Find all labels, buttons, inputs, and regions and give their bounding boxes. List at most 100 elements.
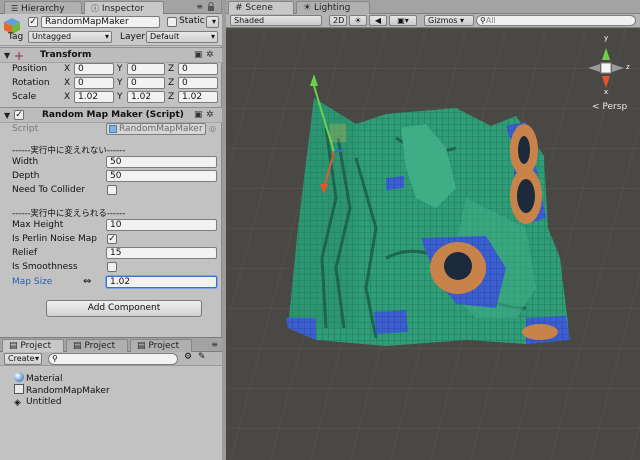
folder-icon: ▤ bbox=[9, 341, 18, 351]
relief-row: Relief 15 bbox=[0, 246, 222, 260]
rotation-z-field[interactable]: 0 bbox=[178, 77, 218, 89]
project-tabbar: ▤ Project ▤ Project ▤ Project ≡ bbox=[0, 338, 222, 352]
depth-field[interactable]: 50 bbox=[106, 170, 217, 182]
unity-scene-icon: ◈ bbox=[14, 398, 21, 408]
script-file-icon bbox=[109, 125, 117, 133]
tab-project-2[interactable]: ▤ Project bbox=[66, 339, 128, 352]
scale-x-field[interactable]: 1.02 bbox=[74, 91, 114, 103]
gizmo-x-label: x bbox=[604, 88, 609, 96]
tab-scene-label: Scene bbox=[245, 3, 273, 13]
perlin-checkbox[interactable]: ✓ bbox=[107, 234, 117, 244]
folder-icon: ▤ bbox=[137, 341, 146, 351]
tab-project-3[interactable]: ▤ Project bbox=[130, 339, 192, 352]
panel-menu-icon[interactable]: ≡ bbox=[211, 340, 218, 349]
transform-icon bbox=[15, 52, 23, 60]
collider-checkbox[interactable] bbox=[107, 185, 117, 195]
tab-scene[interactable]: # Scene bbox=[228, 1, 294, 14]
tab-inspector[interactable]: ⓘ Inspector bbox=[84, 1, 164, 14]
script-ref-row: Script RandomMapMaker ◎ bbox=[0, 122, 222, 136]
scale-y-field[interactable]: 1.02 bbox=[127, 91, 165, 103]
list-item-label: Material bbox=[26, 374, 63, 384]
folder-icon: ▤ bbox=[73, 341, 82, 351]
static-checkbox[interactable] bbox=[167, 17, 177, 27]
gizmos-label: Gizmos bbox=[428, 16, 458, 25]
create-dropdown[interactable]: Create bbox=[4, 353, 42, 365]
position-x-field[interactable]: 0 bbox=[74, 63, 114, 75]
object-name-field[interactable]: RandomMapMaker bbox=[41, 16, 160, 28]
scale-row: Scale X 1.02 Y 1.02 Z 1.02 bbox=[0, 90, 222, 104]
axis-z-label: Z bbox=[168, 78, 175, 88]
script-component-header[interactable]: ▼ ✓ Random Map Maker (Script) ▣ ✲ bbox=[0, 107, 222, 123]
mapsize-label[interactable]: Map Size bbox=[12, 275, 52, 289]
effects-dropdown[interactable]: ▣▾ bbox=[389, 15, 417, 26]
relief-field[interactable]: 15 bbox=[106, 247, 217, 259]
label-filter-icon[interactable]: ✎ bbox=[198, 352, 206, 362]
position-label: Position bbox=[12, 64, 48, 74]
list-item[interactable]: RandomMapMaker bbox=[14, 384, 110, 396]
mapsize-field[interactable]: 1.02 bbox=[106, 276, 217, 288]
transform-header[interactable]: ▼ Transform ▣ ✲ bbox=[0, 47, 222, 63]
tab-lighting[interactable]: ☀ Lighting bbox=[296, 1, 370, 14]
tab-hierarchy-label: Hierarchy bbox=[21, 4, 65, 14]
gizmo-z-label: z bbox=[626, 63, 630, 71]
gear-icon[interactable]: ✲ bbox=[206, 110, 214, 120]
relief-label: Relief bbox=[12, 248, 38, 258]
lighting-icon: ☀ bbox=[303, 3, 312, 13]
static-dropdown[interactable] bbox=[206, 16, 219, 28]
shading-mode-dropdown[interactable]: Shaded bbox=[230, 15, 322, 26]
scene-viewport[interactable]: y z x < Persp bbox=[226, 28, 640, 460]
panel-menu-icon[interactable]: ≡ bbox=[196, 2, 203, 11]
tab-hierarchy[interactable]: ☰ Hierarchy bbox=[4, 1, 82, 14]
rotation-x-field[interactable]: 0 bbox=[74, 77, 114, 89]
tab-project-1[interactable]: ▤ Project bbox=[2, 339, 64, 352]
add-component-button[interactable]: Add Component bbox=[46, 300, 202, 317]
position-y-field[interactable]: 0 bbox=[127, 63, 165, 75]
maxheight-field[interactable]: 10 bbox=[106, 219, 217, 231]
gizmos-dropdown[interactable]: Gizmos ▾ bbox=[424, 15, 474, 26]
help-icon[interactable]: ▣ bbox=[194, 50, 203, 60]
perlin-label: Is Perlin Noise Map bbox=[12, 234, 97, 244]
layer-label: Layer bbox=[120, 32, 146, 42]
axis-x-label: X bbox=[64, 92, 71, 102]
mapsize-row: Map Size ⇔ 1.02 bbox=[0, 275, 222, 289]
2d-toggle-button[interactable]: 2D bbox=[329, 15, 347, 26]
scene-search-input[interactable]: ⚲All bbox=[476, 15, 636, 26]
scale-label: Scale bbox=[12, 92, 37, 102]
persp-label[interactable]: < Persp bbox=[592, 102, 627, 112]
audio-toggle-button[interactable]: ◀ bbox=[369, 15, 387, 26]
axis-y-label: Y bbox=[117, 92, 123, 102]
script-enabled-checkbox[interactable]: ✓ bbox=[14, 110, 24, 120]
scale-z-field[interactable]: 1.02 bbox=[178, 91, 218, 103]
width-row: Width 50 bbox=[0, 155, 222, 169]
fold-arrow-icon[interactable]: ▼ bbox=[4, 51, 10, 60]
list-item[interactable]: ◈ Untitled bbox=[14, 396, 62, 408]
tab-lighting-label: Lighting bbox=[313, 3, 351, 13]
lighting-toggle-button[interactable]: ☀ bbox=[349, 15, 367, 26]
list-item[interactable]: Material bbox=[14, 372, 63, 384]
position-z-field[interactable]: 0 bbox=[178, 63, 218, 75]
list-item-label: RandomMapMaker bbox=[26, 386, 110, 396]
lock-icon[interactable] bbox=[207, 2, 215, 11]
axis-x-label: X bbox=[64, 64, 71, 74]
help-icon[interactable]: ▣ bbox=[194, 110, 203, 120]
filter-type-icon[interactable]: ⚙ bbox=[184, 352, 192, 362]
active-checkbox[interactable]: ✓ bbox=[28, 17, 38, 27]
left-panel: ☰ Hierarchy ⓘ Inspector ≡ ✓ RandomMapMak… bbox=[0, 0, 222, 460]
script-reference-field[interactable]: RandomMapMaker bbox=[106, 123, 206, 135]
layer-dropdown[interactable]: Default bbox=[146, 31, 218, 43]
scene-render bbox=[226, 28, 640, 460]
maxheight-label: Max Height bbox=[12, 220, 64, 230]
rotation-label: Rotation bbox=[12, 78, 50, 88]
gear-icon[interactable]: ✲ bbox=[206, 50, 214, 60]
maxheight-row: Max Height 10 bbox=[0, 218, 222, 232]
width-field[interactable]: 50 bbox=[106, 156, 217, 168]
axis-x-label: X bbox=[64, 78, 71, 88]
tab-inspector-label: Inspector bbox=[101, 4, 144, 14]
tag-dropdown[interactable]: Untagged bbox=[28, 31, 112, 43]
rotation-y-field[interactable]: 0 bbox=[127, 77, 165, 89]
fold-arrow-icon[interactable]: ▼ bbox=[4, 111, 10, 120]
smooth-checkbox[interactable] bbox=[107, 262, 117, 272]
object-picker-icon[interactable]: ◎ bbox=[209, 122, 216, 136]
transform-title: Transform bbox=[40, 50, 92, 60]
project-search-input[interactable]: ⚲ bbox=[48, 353, 178, 365]
